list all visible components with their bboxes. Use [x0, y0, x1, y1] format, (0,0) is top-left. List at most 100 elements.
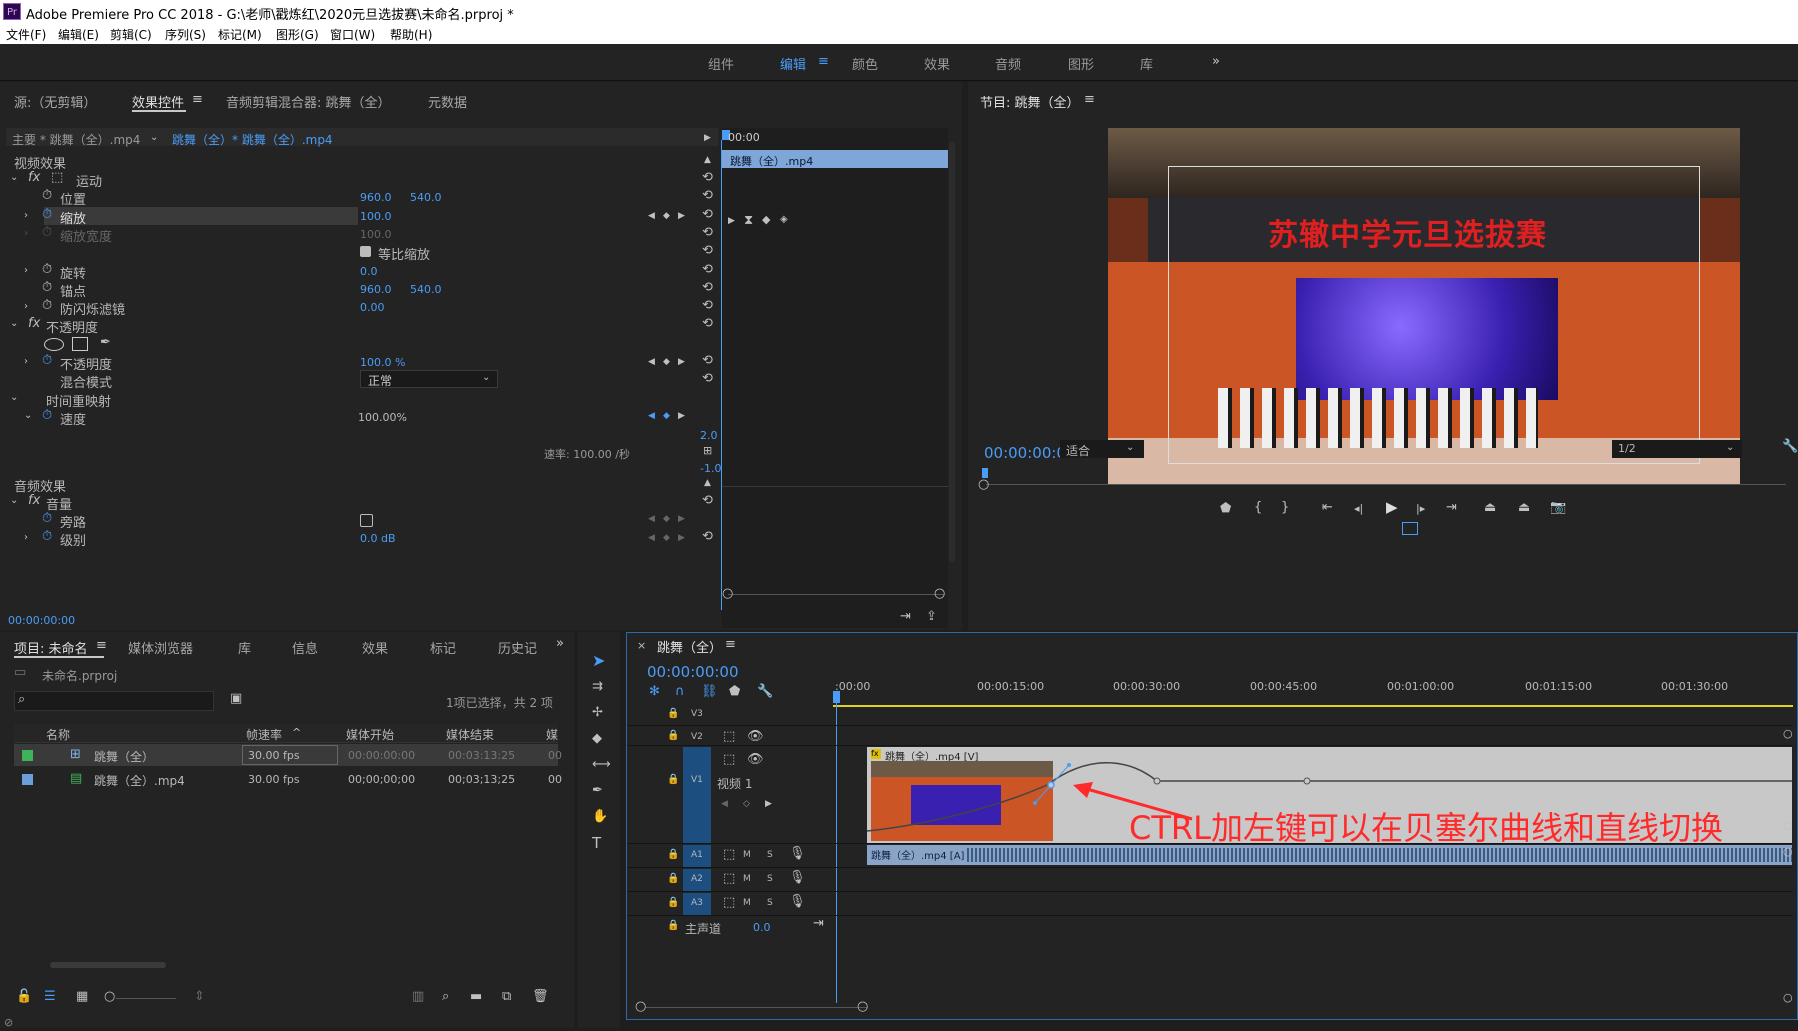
workspace-color[interactable]: 颜色	[852, 54, 878, 73]
lock-icon[interactable]: 🔓	[16, 990, 32, 1004]
play-only-icon[interactable]: ▶	[704, 131, 711, 145]
level-value[interactable]: 0.0 dB	[360, 532, 396, 545]
timeline-playhead[interactable]	[833, 691, 840, 703]
fx-icon[interactable]: fx	[28, 171, 40, 185]
speed-value[interactable]: 100.00%	[358, 411, 407, 424]
reset-icon[interactable]: ⟲	[702, 244, 713, 258]
add-keyframe-icon[interactable]: ◆	[663, 409, 670, 423]
play-icon[interactable]: ▶	[1386, 500, 1398, 515]
mark-in-icon[interactable]: {	[1254, 501, 1262, 515]
prev-keyframe-icon[interactable]: ◀	[648, 409, 655, 423]
chevron-right-icon[interactable]: ›	[24, 209, 28, 223]
collapse-up-icon[interactable]: ▲	[704, 153, 711, 167]
chevron-right-icon[interactable]: ›	[24, 300, 28, 314]
reset-icon[interactable]: ⟲	[702, 372, 713, 386]
reset-icon[interactable]: ⟲	[702, 354, 713, 368]
menu-help[interactable]: 帮助(H)	[390, 26, 432, 43]
zoom-slider-handle-icon[interactable]: ○	[104, 990, 115, 1004]
add-marker-icon[interactable]: ⬟	[729, 685, 740, 699]
graph-toggle-icon[interactable]: ⊞	[703, 444, 712, 458]
keyframe-diamond-half-icon[interactable]: ◈	[780, 213, 788, 227]
scale-value[interactable]: 100.0	[360, 210, 392, 223]
slip-tool-icon[interactable]: ⟷	[592, 758, 611, 772]
chevron-right-icon[interactable]: ›	[24, 355, 28, 369]
track-a1-label[interactable]: A1	[691, 850, 703, 860]
list-view-icon[interactable]: ☰	[44, 990, 56, 1004]
workspace-audio[interactable]: 音频	[995, 54, 1021, 73]
ec-mini-timeline[interactable]	[722, 128, 948, 628]
extract-icon[interactable]: ⏏	[1518, 501, 1530, 515]
chevron-down-icon[interactable]: ⌄	[24, 409, 32, 423]
track-v1-target[interactable]	[683, 747, 711, 843]
tab-source[interactable]: 源:（无剪辑）	[14, 92, 96, 111]
lock-icon[interactable]: 🔒	[667, 919, 679, 933]
program-monitor-title[interactable]: 节目: 跳舞（全）	[980, 92, 1080, 111]
trash-icon[interactable]: 🗑	[532, 990, 549, 1004]
new-item-icon[interactable]: ⧉	[502, 990, 511, 1004]
go-to-end-icon[interactable]: ⇥	[813, 917, 824, 931]
stopwatch-active-icon[interactable]: ⏱	[42, 354, 52, 368]
menu-sequence[interactable]: 序列(S)	[165, 26, 206, 43]
sequence-clip-label[interactable]: 跳舞（全）* 跳舞（全）.mp4	[172, 131, 333, 148]
eye-icon[interactable]: 👁	[747, 730, 764, 744]
add-keyframe-icon[interactable]: ◆	[663, 209, 670, 223]
opacity-value[interactable]: 100.0 %	[360, 356, 405, 369]
workspace-effects[interactable]: 效果	[924, 54, 950, 73]
tab-metadata[interactable]: 元数据	[428, 92, 467, 111]
sync-lock-icon[interactable]: ⬚	[723, 848, 735, 862]
linked-selection-icon[interactable]: ⛓	[701, 685, 718, 699]
nest-toggle-icon[interactable]: ✻	[649, 685, 660, 699]
share-icon[interactable]: ⇪	[926, 610, 937, 624]
mark-out-icon[interactable]: }	[1281, 501, 1289, 515]
scrubber-handle-icon[interactable]: ○	[978, 478, 989, 492]
sync-lock-icon[interactable]: ⬚	[723, 896, 735, 910]
fx-icon[interactable]: fx	[28, 317, 40, 331]
vscroll-handle-icon[interactable]: ○	[1783, 845, 1793, 859]
mute-button[interactable]: M	[743, 898, 751, 908]
lock-icon[interactable]: 🔒	[667, 896, 679, 910]
ec-timecode[interactable]: 00:00:00:00	[8, 614, 75, 627]
keyframe-diamond-icon[interactable]: ◆	[762, 213, 770, 227]
lock-icon[interactable]: 🔒	[667, 729, 679, 743]
type-tool-icon[interactable]: T	[592, 836, 601, 851]
export-frame-icon[interactable]: ⇥	[900, 610, 911, 624]
chevron-down-icon[interactable]: ⌄	[10, 171, 18, 185]
export-frame-icon[interactable]: 📷	[1550, 501, 1566, 515]
chevron-right-icon[interactable]: ›	[24, 264, 28, 278]
stopwatch-active-icon[interactable]: ⏱	[42, 512, 52, 526]
bypass-checkbox[interactable]	[360, 514, 373, 527]
stopwatch-icon[interactable]: ⏱	[42, 189, 52, 203]
program-video-frame[interactable]: 苏辙中学元旦选拔赛	[1108, 128, 1740, 484]
prev-keyframe-icon[interactable]: ◀	[648, 209, 655, 223]
panel-menu-icon[interactable]: ≡	[96, 638, 107, 653]
lock-icon[interactable]: 🔒	[667, 872, 679, 886]
prev-keyframe-icon[interactable]: ◀	[648, 355, 655, 369]
scroll-handle-left-icon[interactable]: ○	[635, 1000, 646, 1014]
track-v3-label[interactable]: V3	[691, 709, 703, 719]
sync-lock-icon[interactable]: ⬚	[723, 730, 735, 744]
vscroll-handle-icon[interactable]: ○	[1783, 819, 1793, 833]
vscroll-handle-icon[interactable]: ○	[1783, 991, 1793, 1005]
lift-icon[interactable]: ⏏	[1484, 501, 1496, 515]
timeline-timecode[interactable]: 00:00:00:00	[647, 663, 739, 681]
tab-project[interactable]: 项目: 未命名	[14, 638, 88, 657]
chevron-down-icon[interactable]: ⌄	[10, 317, 18, 331]
project-hscrollbar[interactable]	[50, 962, 166, 968]
reset-icon[interactable]: ⟲	[702, 208, 713, 222]
track-select-tool-icon[interactable]: ⇉	[592, 680, 603, 694]
col-name[interactable]: 名称	[46, 726, 70, 743]
sort-asc-icon[interactable]: ^	[292, 726, 301, 740]
sync-lock-icon[interactable]: ⬚	[723, 753, 735, 767]
panel-menu-icon[interactable]: ≡	[192, 92, 203, 107]
go-to-in-icon[interactable]: ⇤	[1322, 501, 1333, 515]
track-a2-label[interactable]: A2	[691, 874, 703, 884]
razor-tool-icon[interactable]: ◆	[592, 732, 602, 746]
tab-info[interactable]: 信息	[292, 638, 318, 657]
add-keyframe-icon[interactable]: ◇	[743, 797, 750, 811]
uniform-scale-checkbox[interactable]	[360, 246, 371, 257]
add-marker-icon[interactable]: ⬟	[1220, 502, 1231, 516]
mute-button[interactable]: M	[743, 874, 751, 884]
automate-icon[interactable]: ▥	[412, 990, 424, 1004]
next-keyframe-icon[interactable]: ▶	[678, 531, 685, 545]
scroll-handle-right-icon[interactable]: ○	[857, 1000, 868, 1014]
